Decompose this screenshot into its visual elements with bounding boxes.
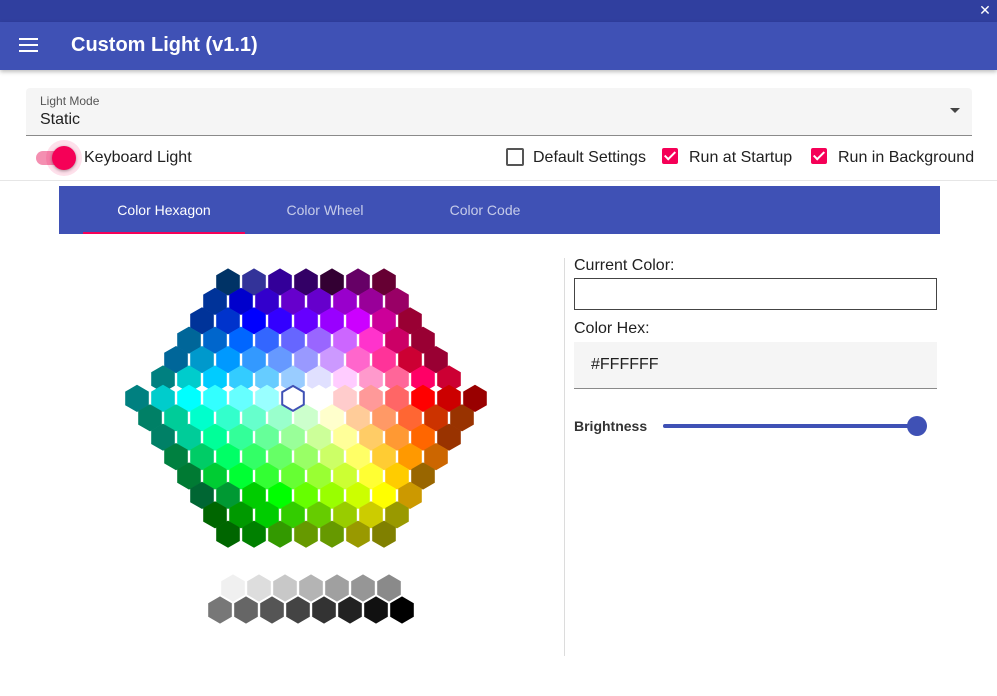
gray-swatch[interactable] bbox=[286, 596, 310, 624]
gray-swatch[interactable] bbox=[247, 574, 271, 602]
current-color-label: Current Color: bbox=[574, 257, 675, 274]
color-hex-label: Color Hex: bbox=[574, 320, 650, 337]
run-in-background-checkbox[interactable] bbox=[811, 148, 827, 164]
gray-swatch[interactable] bbox=[221, 574, 245, 602]
brightness-label: Brightness bbox=[574, 418, 648, 434]
brightness-slider[interactable] bbox=[663, 416, 927, 436]
run-in-background-label[interactable]: Run in Background bbox=[838, 149, 974, 167]
slider-thumb[interactable] bbox=[907, 416, 927, 436]
gray-swatch[interactable] bbox=[299, 574, 323, 602]
gray-swatch[interactable] bbox=[273, 574, 297, 602]
gray-swatch[interactable] bbox=[312, 596, 336, 624]
current-color-swatch bbox=[574, 278, 937, 310]
window-close-icon[interactable]: ✕ bbox=[975, 0, 995, 20]
gray-swatch[interactable] bbox=[390, 596, 414, 624]
gray-swatch[interactable] bbox=[338, 596, 362, 624]
gray-swatch[interactable] bbox=[325, 574, 349, 602]
color-hexagon-picker[interactable] bbox=[0, 0, 560, 696]
color-hex-value: #FFFFFF bbox=[591, 356, 659, 373]
panel-divider bbox=[564, 258, 565, 656]
selected-color-marker bbox=[281, 384, 305, 413]
gray-swatch[interactable] bbox=[234, 596, 258, 624]
gray-swatch[interactable] bbox=[364, 596, 388, 624]
run-at-startup-label[interactable]: Run at Startup bbox=[689, 149, 792, 167]
run-at-startup-checkbox[interactable] bbox=[662, 148, 678, 164]
gray-swatch[interactable] bbox=[208, 596, 232, 624]
gray-swatch[interactable] bbox=[351, 574, 375, 602]
dropdown-arrow-icon bbox=[950, 108, 960, 113]
gray-swatch[interactable] bbox=[377, 574, 401, 602]
gray-swatch[interactable] bbox=[260, 596, 284, 624]
color-hex-input[interactable]: #FFFFFF bbox=[574, 342, 937, 389]
slider-fill bbox=[663, 424, 917, 428]
